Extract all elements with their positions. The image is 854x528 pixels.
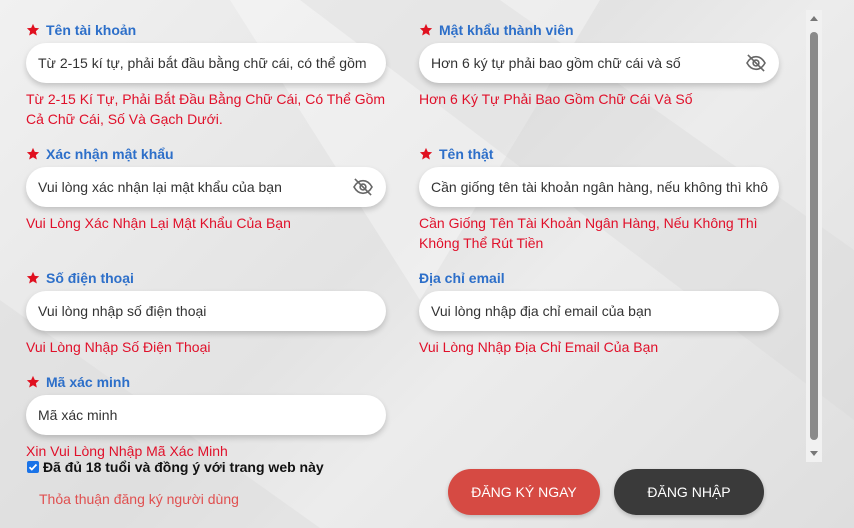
eye-slash-icon[interactable] xyxy=(745,54,767,72)
checkmark-icon xyxy=(28,463,38,471)
agreement-label: Đã đủ 18 tuổi và đồng ý với trang web nà… xyxy=(43,459,324,475)
real-name-input[interactable]: Cần giống tên tài khoản ngân hàng, nếu k… xyxy=(419,167,779,207)
phone-field: Số điện thoại Vui lòng nhập số điện thoạ… xyxy=(26,268,386,355)
password-placeholder: Hơn 6 ký tự phải bao gồm chữ cái và số xyxy=(431,55,681,71)
phone-input[interactable]: Vui lòng nhập số điện thoại xyxy=(26,291,386,331)
captcha-placeholder: Mã xác minh xyxy=(38,407,118,423)
real-name-field: Tên thật Cần giống tên tài khoản ngân hà… xyxy=(419,144,779,251)
email-field: Địa chỉ email Vui lòng nhập địa chỉ emai… xyxy=(419,268,779,355)
login-button[interactable]: ĐĂNG NHẬP xyxy=(614,469,764,515)
confirm-password-error: Vui Lòng Xác Nhận Lại Mật Khẩu Của Bạn xyxy=(26,215,291,231)
password-error: Hơn 6 Ký Tự Phải Bao Gồm Chữ Cái Và Số xyxy=(419,91,693,107)
required-star-icon xyxy=(419,147,433,160)
password-field: Mật khẩu thành viên Hơn 6 ký tự phải bao… xyxy=(419,20,779,107)
username-field: Tên tài khoản Từ 2-15 kí tự, phải bắt đầ… xyxy=(26,20,386,127)
real-name-error: Cần Giống Tên Tài Khoản Ngân Hàng, Nếu K… xyxy=(419,215,758,251)
required-star-icon xyxy=(26,271,40,284)
required-star-icon xyxy=(419,23,433,36)
real-name-placeholder: Cần giống tên tài khoản ngân hàng, nếu k… xyxy=(431,179,769,195)
scroll-down-arrow-icon[interactable] xyxy=(810,451,818,456)
captcha-label: Mã xác minh xyxy=(26,372,130,392)
scrollbar-thumb[interactable] xyxy=(810,32,818,440)
email-input[interactable]: Vui lòng nhập địa chỉ email của bạn xyxy=(419,291,779,331)
username-placeholder: Từ 2-15 kí tự, phải bắt đầu bằng chữ cái… xyxy=(38,55,367,71)
scroll-up-arrow-icon[interactable] xyxy=(810,16,818,21)
required-star-icon xyxy=(26,147,40,160)
captcha-field: Mã xác minh Mã xác minh Xin Vui Lòng Nhậ… xyxy=(26,372,386,459)
captcha-error: Xin Vui Lòng Nhập Mã Xác Minh xyxy=(26,443,228,459)
username-input[interactable]: Từ 2-15 kí tự, phải bắt đầu bằng chữ cái… xyxy=(26,43,386,83)
user-terms-link[interactable]: Thỏa thuận đăng ký người dùng xyxy=(39,491,239,507)
confirm-password-input[interactable]: Vui lòng xác nhận lại mật khẩu của bạn xyxy=(26,167,386,207)
eye-slash-icon[interactable] xyxy=(352,178,374,196)
email-error: Vui Lòng Nhập Địa Chỉ Email Của Bạn xyxy=(419,339,659,355)
phone-placeholder: Vui lòng nhập số điện thoại xyxy=(38,303,207,319)
captcha-input[interactable]: Mã xác minh xyxy=(26,395,386,435)
real-name-label: Tên thật xyxy=(419,144,493,164)
required-star-icon xyxy=(26,375,40,388)
username-error: Từ 2-15 Kí Tự, Phải Bắt Đầu Bằng Chữ Cái… xyxy=(26,91,386,127)
confirm-password-label: Xác nhận mật khẩu xyxy=(26,144,174,164)
agreement-checkbox[interactable] xyxy=(27,461,39,473)
scrollbar[interactable] xyxy=(806,10,822,462)
username-label: Tên tài khoản xyxy=(26,20,136,40)
phone-label: Số điện thoại xyxy=(26,268,134,288)
register-button[interactable]: ĐĂNG KÝ NGAY xyxy=(448,469,600,515)
confirm-password-placeholder: Vui lòng xác nhận lại mật khẩu của bạn xyxy=(38,179,282,195)
email-placeholder: Vui lòng nhập địa chỉ email của bạn xyxy=(431,303,652,319)
password-label: Mật khẩu thành viên xyxy=(419,20,574,40)
phone-error: Vui Lòng Nhập Số Điện Thoại xyxy=(26,339,211,355)
confirm-password-field: Xác nhận mật khẩu Vui lòng xác nhận lại … xyxy=(26,144,386,231)
password-input[interactable]: Hơn 6 ký tự phải bao gồm chữ cái và số xyxy=(419,43,779,83)
required-star-icon xyxy=(26,23,40,36)
email-label: Địa chỉ email xyxy=(419,270,505,286)
age-agreement: Đã đủ 18 tuổi và đồng ý với trang web nà… xyxy=(27,459,324,475)
